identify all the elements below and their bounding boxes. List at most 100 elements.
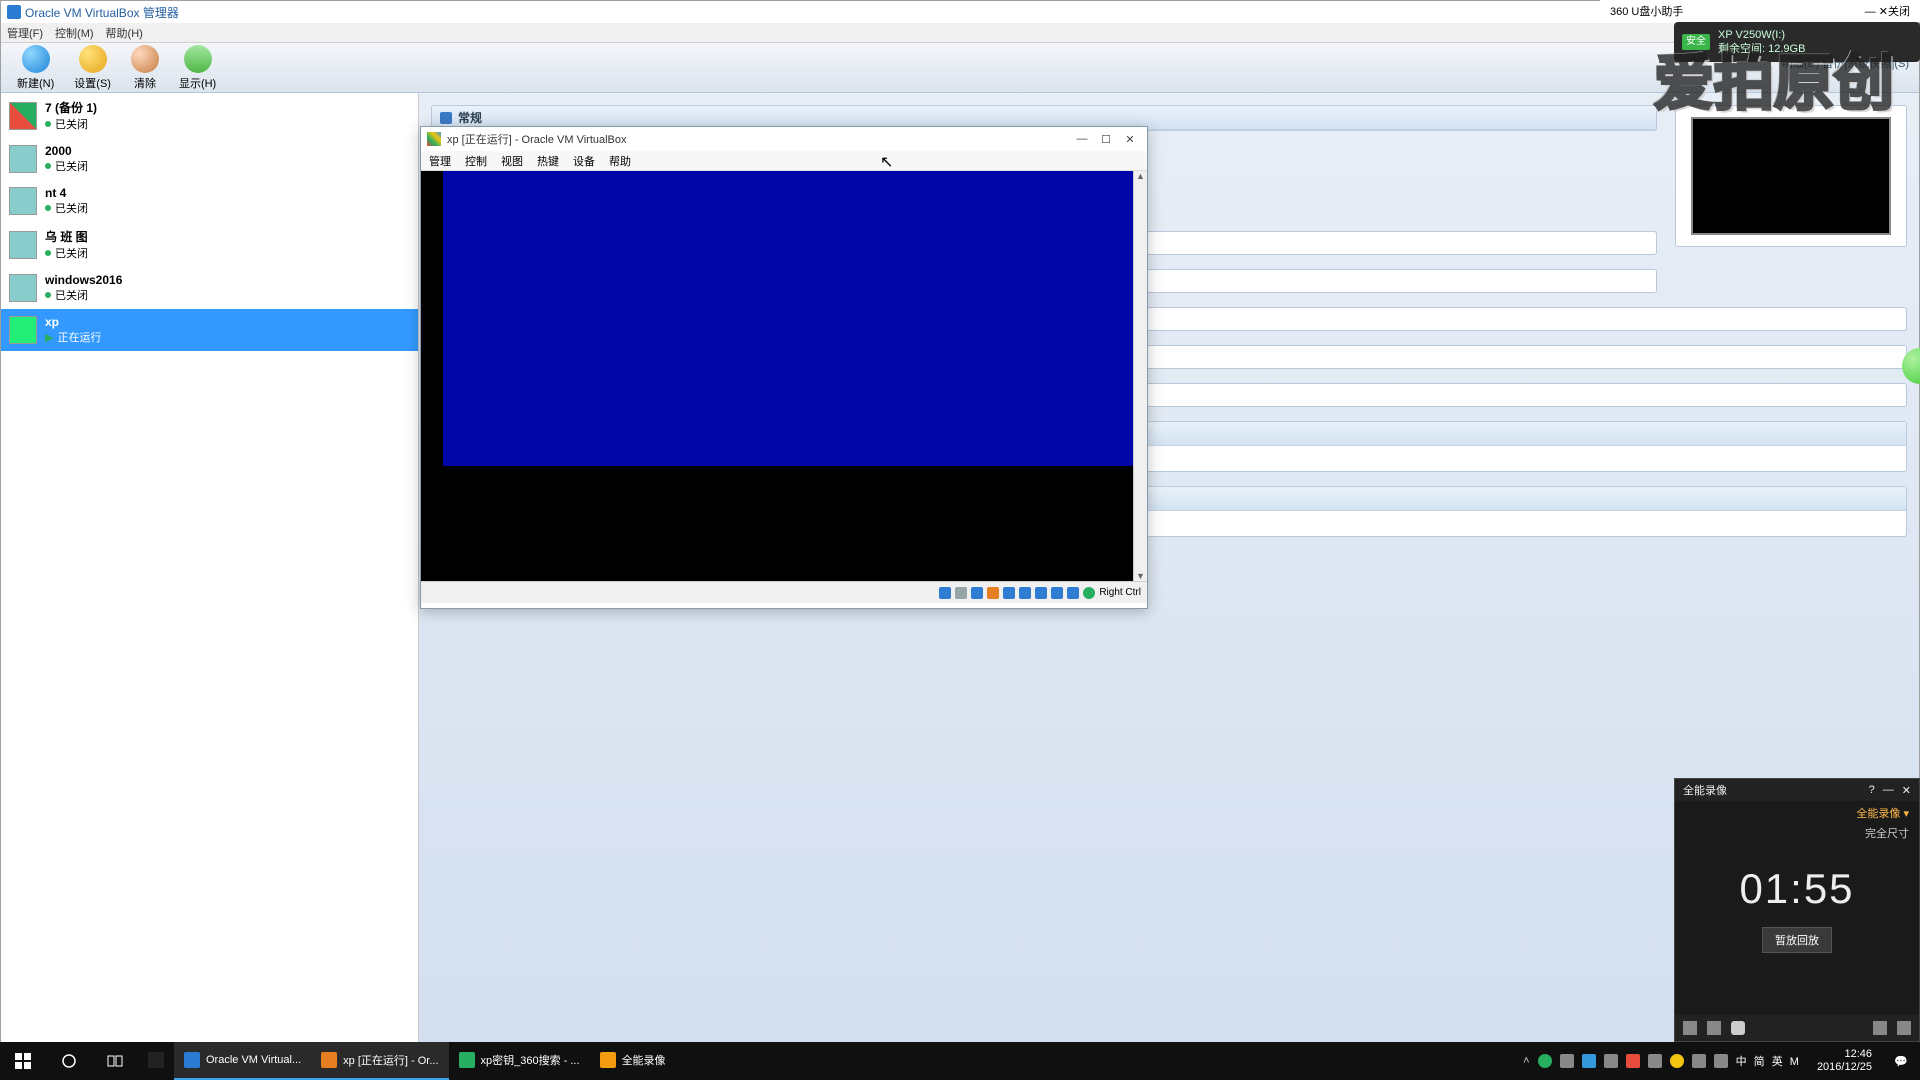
menu-file[interactable]: 管理(F) bbox=[7, 25, 43, 41]
tray-network-icon[interactable] bbox=[1692, 1054, 1706, 1068]
recorder-mode-dropdown[interactable]: 全能录像 ▾ bbox=[1675, 801, 1919, 825]
recorder-tag-icon[interactable] bbox=[1707, 1021, 1721, 1035]
manager-toolbar: 新建(N) 设置(S) 清除 显示(H) 明细(D) 备份[系统快照](S) bbox=[1, 43, 1919, 93]
taskbar-app-label: xp密钥_360搜索 - ... bbox=[481, 1052, 580, 1068]
action-center-button[interactable]: 💬 bbox=[1888, 1042, 1914, 1080]
recorder-help-button[interactable]: ? bbox=[1869, 784, 1875, 797]
tray-disk-icon[interactable] bbox=[1648, 1054, 1662, 1068]
vm-menubar[interactable]: 管理 控制 视图 热键 设备 帮助 bbox=[421, 151, 1147, 171]
vm-maximize-button[interactable]: ☐ bbox=[1095, 130, 1117, 148]
vm-menu-manage[interactable]: 管理 bbox=[429, 153, 451, 169]
usb-drive-name: XP V250W(I:) bbox=[1718, 28, 1805, 42]
menu-machine[interactable]: 控制(M) bbox=[55, 25, 94, 41]
tray-security-icon[interactable] bbox=[1538, 1054, 1552, 1068]
recorder-title-text: 全能录像 bbox=[1683, 782, 1727, 798]
vm-menu-input[interactable]: 热键 bbox=[537, 153, 559, 169]
system-tray[interactable]: ˄ 中 简 英 M 12:46 2016/12/25 💬 bbox=[1517, 1042, 1920, 1080]
recorder-list-icon[interactable] bbox=[1897, 1021, 1911, 1035]
vm-list-item[interactable]: 乌 班 图 已关闭 bbox=[1, 222, 418, 267]
recorder-minimize-button[interactable]: — bbox=[1883, 784, 1894, 797]
recorder-titlebar[interactable]: 全能录像 ? — ✕ bbox=[1675, 779, 1919, 801]
manager-menubar[interactable]: 管理(F) 控制(M) 帮助(H) bbox=[1, 23, 1919, 43]
virtualbox-icon bbox=[7, 5, 21, 19]
clock-time: 12:46 bbox=[1817, 1048, 1872, 1061]
vm-running-window[interactable]: xp [正在运行] - Oracle VM VirtualBox — ☐ ✕ 管… bbox=[420, 126, 1148, 609]
cortana-button[interactable] bbox=[46, 1042, 92, 1080]
vm-list-item[interactable]: windows2016 已关闭 bbox=[1, 267, 418, 309]
status-usb-icon[interactable] bbox=[971, 587, 983, 599]
discard-icon bbox=[131, 45, 159, 73]
recorder-tool-icon[interactable] bbox=[1683, 1021, 1697, 1035]
vm-menu-control[interactable]: 控制 bbox=[465, 153, 487, 169]
vm-list-item[interactable]: xp ▶ 正在运行 bbox=[1, 309, 418, 351]
taskbar-pinned-terminal[interactable] bbox=[138, 1042, 174, 1080]
taskbar-app[interactable]: xp [正在运行] - Or... bbox=[311, 1042, 448, 1080]
task-view-button[interactable] bbox=[92, 1042, 138, 1080]
vm-list-item[interactable]: nt 4 已关闭 bbox=[1, 180, 418, 222]
status-cpu-icon[interactable] bbox=[1051, 587, 1063, 599]
usb-info-widget[interactable]: 安全 XP V250W(I:) 剩余空间: 12.9GB bbox=[1674, 22, 1920, 62]
toolbar-discard-button[interactable]: 清除 bbox=[121, 43, 169, 93]
status-net-icon[interactable] bbox=[987, 587, 999, 599]
start-button[interactable] bbox=[0, 1042, 46, 1080]
vm-os-icon bbox=[9, 316, 37, 344]
taskbar-app[interactable]: xp密钥_360搜索 - ... bbox=[449, 1042, 590, 1080]
vm-menu-view[interactable]: 视图 bbox=[501, 153, 523, 169]
status-hd-icon[interactable] bbox=[939, 587, 951, 599]
screen-recorder-panel[interactable]: 全能录像 ? — ✕ 全能录像 ▾ 完全尺寸 01:55 暂放回放 bbox=[1674, 778, 1920, 1042]
toolbar-show-button[interactable]: 显示(H) bbox=[169, 43, 226, 93]
vm-list-item[interactable]: 2000 已关闭 bbox=[1, 138, 418, 180]
tray-cloud-icon[interactable] bbox=[1604, 1054, 1618, 1068]
vm-name: xp bbox=[45, 315, 101, 329]
status-mouse-icon[interactable] bbox=[1067, 587, 1079, 599]
tray-chevron[interactable]: ˄ bbox=[1523, 1055, 1529, 1067]
recorder-pause-button[interactable]: 暂放回放 bbox=[1762, 927, 1832, 953]
tray-volume-icon[interactable] bbox=[1714, 1054, 1728, 1068]
status-display-icon[interactable] bbox=[1019, 587, 1031, 599]
taskbar-app-icon bbox=[184, 1052, 200, 1068]
vm-menu-help[interactable]: 帮助 bbox=[609, 153, 631, 169]
tray-ime[interactable]: 中 简 英 M bbox=[1736, 1053, 1801, 1069]
new-icon bbox=[22, 45, 50, 73]
usb-drive-space: 剩余空间: 12.9GB bbox=[1718, 42, 1805, 56]
vm-guest-screen[interactable] bbox=[443, 171, 1133, 466]
vm-name: 2000 bbox=[45, 144, 88, 158]
vm-list-item[interactable]: 7 (备份 1) 已关闭 bbox=[1, 93, 418, 138]
recorder-settings-icon[interactable] bbox=[1873, 1021, 1887, 1035]
tray-app-icon[interactable] bbox=[1560, 1054, 1574, 1068]
taskbar-app-icon bbox=[600, 1052, 616, 1068]
section-general[interactable]: 常规 bbox=[458, 109, 482, 126]
vm-state: 已关闭 bbox=[45, 116, 97, 132]
recorder-camera-icon[interactable] bbox=[1731, 1021, 1745, 1035]
status-keyboard-icon[interactable] bbox=[1083, 587, 1095, 599]
status-cd-icon[interactable] bbox=[955, 587, 967, 599]
vm-list[interactable]: 7 (备份 1) 已关闭 2000 已关闭 nt 4 已关闭 乌 班 图 已关闭… bbox=[1, 93, 419, 1051]
windows-taskbar[interactable]: Oracle VM Virtual...xp [正在运行] - Or... xp密… bbox=[0, 1042, 1920, 1080]
vm-close-button[interactable]: ✕ bbox=[1119, 130, 1141, 148]
tray-shield-icon[interactable] bbox=[1626, 1054, 1640, 1068]
vm-titlebar[interactable]: xp [正在运行] - Oracle VM VirtualBox — ☐ ✕ bbox=[421, 127, 1147, 151]
tray-sync-icon[interactable] bbox=[1582, 1054, 1596, 1068]
vm-menu-devices[interactable]: 设备 bbox=[573, 153, 595, 169]
toolbar-settings-button[interactable]: 设置(S) bbox=[64, 43, 121, 93]
vm-name: 7 (备份 1) bbox=[45, 99, 97, 116]
usb-helper-bar[interactable]: 360 U盘小助手 — ✕关闭 bbox=[1600, 0, 1920, 22]
vm-display-area[interactable] bbox=[421, 171, 1147, 581]
taskbar-clock[interactable]: 12:46 2016/12/25 bbox=[1809, 1048, 1880, 1074]
tray-360-icon[interactable] bbox=[1670, 1054, 1684, 1068]
usb-helper-close[interactable]: — ✕关闭 bbox=[1865, 3, 1910, 19]
vm-name: windows2016 bbox=[45, 273, 122, 287]
toolbar-new-button[interactable]: 新建(N) bbox=[7, 43, 64, 93]
taskbar-app[interactable]: 全能录像 bbox=[590, 1042, 676, 1080]
vm-os-icon bbox=[9, 102, 37, 130]
taskbar-app[interactable]: Oracle VM Virtual... bbox=[174, 1042, 311, 1080]
status-shared-icon[interactable] bbox=[1003, 587, 1015, 599]
vm-scrollbar[interactable] bbox=[1133, 171, 1147, 581]
vm-statusbar: Right Ctrl bbox=[421, 581, 1147, 603]
usb-safe-badge: 安全 bbox=[1682, 34, 1710, 50]
menu-help[interactable]: 帮助(H) bbox=[106, 25, 143, 41]
vm-minimize-button[interactable]: — bbox=[1071, 130, 1093, 148]
recorder-close-button[interactable]: ✕ bbox=[1902, 784, 1911, 797]
status-record-icon[interactable] bbox=[1035, 587, 1047, 599]
vm-state: 已关闭 bbox=[45, 287, 122, 303]
